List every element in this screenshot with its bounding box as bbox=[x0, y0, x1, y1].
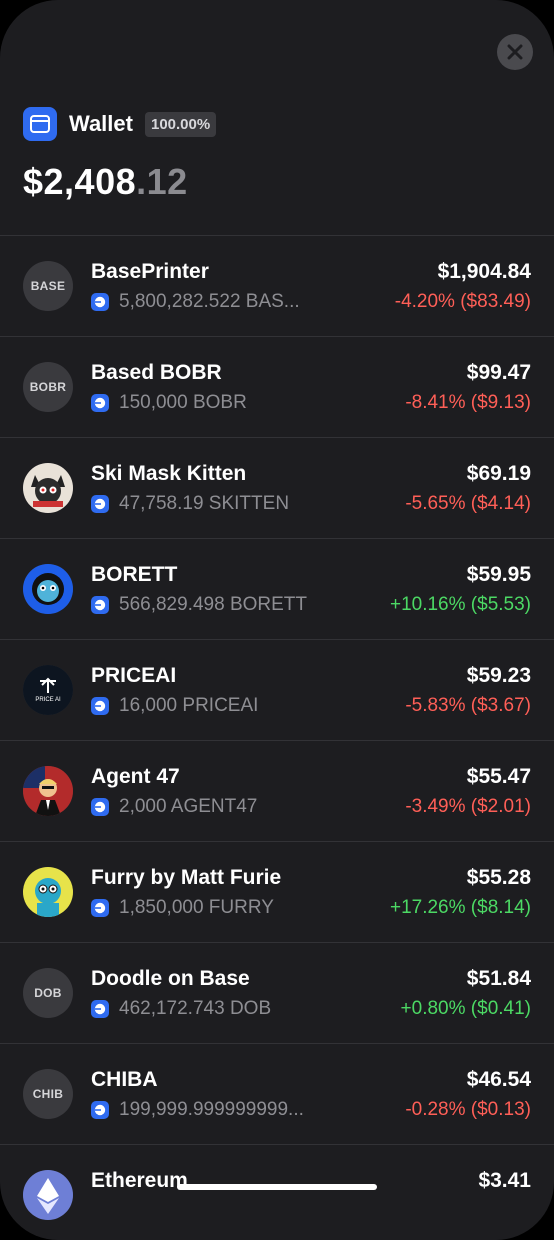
token-value: $69.19 bbox=[466, 462, 531, 485]
token-avatar: BOBR bbox=[23, 362, 73, 412]
home-indicator[interactable] bbox=[177, 1184, 377, 1190]
token-name: Doodle on Base bbox=[91, 967, 250, 990]
base-chain-icon bbox=[91, 495, 109, 513]
token-row[interactable]: Ethereum $3.41 bbox=[0, 1145, 554, 1240]
token-change: -5.65% ($4.14) bbox=[405, 493, 531, 514]
token-value: $99.47 bbox=[466, 361, 531, 384]
token-row[interactable]: Ski Mask Kitten $69.19 47,758.19 SKITTEN -5… bbox=[0, 438, 554, 539]
token-amount: 2,000 AGENT47 bbox=[119, 796, 258, 817]
wallet-percent-badge: 100.00% bbox=[144, 111, 217, 137]
token-value: $55.47 bbox=[466, 765, 531, 788]
token-avatar: DOB bbox=[23, 968, 73, 1018]
token-change: -4.20% ($83.49) bbox=[394, 291, 531, 312]
token-amount: 462,172.743 DOB bbox=[119, 998, 272, 1019]
wallet-icon bbox=[23, 107, 57, 141]
balance-main: $2,408 bbox=[23, 161, 137, 202]
base-chain-icon bbox=[91, 394, 109, 412]
token-row[interactable]: BORETT $59.95 566,829.498 BORETT +10.16% ($… bbox=[0, 539, 554, 640]
token-value: $46.54 bbox=[466, 1068, 531, 1091]
token-value: $55.28 bbox=[466, 866, 531, 889]
token-amount: 5,800,282.522 BAS... bbox=[119, 291, 300, 312]
token-change: -5.83% ($3.67) bbox=[405, 695, 531, 716]
token-row[interactable]: CHIB CHIBA $46.54 199,999.999999999... -0.28… bbox=[0, 1044, 554, 1145]
borett-avatar-icon bbox=[23, 564, 73, 614]
token-row[interactable]: DOB Doodle on Base $51.84 462,172.743 DOB +0… bbox=[0, 943, 554, 1044]
token-name: CHIBA bbox=[91, 1068, 158, 1091]
total-balance: $2,408.12 bbox=[23, 161, 188, 203]
token-amount: 566,829.498 BORETT bbox=[119, 594, 307, 615]
token-name: Agent 47 bbox=[91, 765, 180, 788]
token-name: BasePrinter bbox=[91, 260, 209, 283]
token-name: BORETT bbox=[91, 563, 178, 586]
ski-mask-kitten-avatar-icon bbox=[23, 463, 73, 513]
token-list: BASE BasePrinter $1,904.84 5,800,282.522 BA… bbox=[0, 236, 554, 1240]
wallet-sheet: Wallet 100.00% $2,408.12 BASE BasePrinter… bbox=[0, 0, 554, 1240]
token-row[interactable]: PRICE AI PRICEAI $59.23 16,000 PRICEAI -5.83… bbox=[0, 640, 554, 741]
balance-cents: .12 bbox=[136, 161, 188, 202]
token-amount: 150,000 BOBR bbox=[119, 392, 247, 413]
base-chain-icon bbox=[91, 798, 109, 816]
token-amount: 47,758.19 SKITTEN bbox=[119, 493, 290, 514]
token-name: Ski Mask Kitten bbox=[91, 462, 247, 485]
base-chain-icon bbox=[91, 1000, 109, 1018]
agent47-avatar-icon bbox=[23, 766, 73, 816]
token-name: Ethereum bbox=[91, 1169, 188, 1192]
token-row[interactable]: Furry by Matt Furie $55.28 1,850,000 FURRY… bbox=[0, 842, 554, 943]
token-name: PRICEAI bbox=[91, 664, 177, 687]
priceai-avatar-icon: PRICE AI bbox=[23, 665, 73, 715]
token-avatar-label: BOBR bbox=[29, 380, 67, 394]
svg-text:PRICE AI: PRICE AI bbox=[35, 697, 61, 703]
token-change: -0.28% ($0.13) bbox=[405, 1099, 531, 1120]
token-row[interactable]: BASE BasePrinter $1,904.84 5,800,282.522 BA… bbox=[0, 236, 554, 337]
furry-avatar-icon bbox=[23, 867, 73, 917]
token-avatar-label: CHIB bbox=[32, 1087, 64, 1101]
token-name: Based BOBR bbox=[91, 361, 222, 384]
token-value: $3.41 bbox=[478, 1169, 531, 1192]
token-avatar: BASE bbox=[23, 261, 73, 311]
token-change: +0.80% ($0.41) bbox=[400, 998, 531, 1019]
close-icon bbox=[507, 44, 523, 60]
base-chain-icon bbox=[91, 596, 109, 614]
token-avatar: CHIB bbox=[23, 1069, 73, 1119]
base-chain-icon bbox=[91, 1101, 109, 1119]
ethereum-avatar-icon bbox=[23, 1170, 73, 1220]
token-value: $51.84 bbox=[466, 967, 531, 990]
token-value: $59.23 bbox=[466, 664, 531, 687]
base-chain-icon bbox=[91, 697, 109, 715]
token-change: -8.41% ($9.13) bbox=[405, 392, 531, 413]
base-chain-icon bbox=[91, 293, 109, 311]
token-change: +17.26% ($8.14) bbox=[389, 897, 531, 918]
token-change: -3.49% ($2.01) bbox=[405, 796, 531, 817]
token-row[interactable]: BOBR Based BOBR $99.47 150,000 BOBR -8.41% (… bbox=[0, 337, 554, 438]
token-amount: 199,999.999999999... bbox=[119, 1099, 304, 1120]
token-avatar-label: BASE bbox=[30, 279, 66, 293]
wallet-header: Wallet 100.00% bbox=[23, 107, 217, 141]
token-change: +10.16% ($5.53) bbox=[389, 594, 531, 615]
token-amount: 1,850,000 FURRY bbox=[119, 897, 274, 918]
wallet-title: Wallet bbox=[69, 111, 133, 136]
token-avatar-label: DOB bbox=[34, 986, 62, 1000]
close-button[interactable] bbox=[497, 34, 533, 70]
token-amount: 16,000 PRICEAI bbox=[119, 695, 259, 716]
base-chain-icon bbox=[91, 899, 109, 917]
token-value: $1,904.84 bbox=[437, 260, 531, 283]
token-row[interactable]: Agent 47 $55.47 2,000 AGENT47 -3.49% ($2.01… bbox=[0, 741, 554, 842]
token-value: $59.95 bbox=[466, 563, 531, 586]
token-name: Furry by Matt Furie bbox=[91, 866, 282, 889]
